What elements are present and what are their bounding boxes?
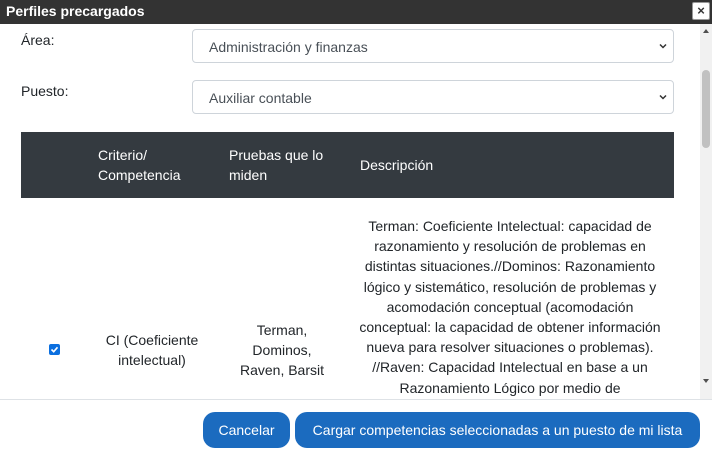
header-descripcion: Descripción xyxy=(360,157,434,173)
dialog-scrollbar[interactable] xyxy=(700,24,712,399)
scroll-up-arrow-icon[interactable] xyxy=(700,26,712,36)
dialog-footer: Cancelar Cargar competencias seleccionad… xyxy=(0,399,712,449)
close-icon: × xyxy=(697,3,705,18)
header-criterio: Criterio/ Competencia xyxy=(98,147,181,183)
row-checkbox[interactable] xyxy=(49,344,60,355)
chevron-down-icon xyxy=(659,94,667,100)
check-icon xyxy=(50,346,59,353)
row-pruebas: Terman, Dominos, Raven, Barsit xyxy=(239,322,325,378)
area-select-value: Administración y finanzas xyxy=(209,39,368,55)
table-header: Criterio/ Competencia Pruebas que lo mid… xyxy=(21,132,674,198)
table-row: CI (Coeficiente intelectual) Terman, Dom… xyxy=(21,198,674,399)
scroll-down-arrow-icon[interactable] xyxy=(700,376,712,386)
dialog-title: Perfiles precargados xyxy=(6,3,145,19)
puesto-label: Puesto: xyxy=(21,83,69,99)
row-descripcion: Terman: Coeficiente Intelectual: capacid… xyxy=(359,218,661,396)
puesto-select-value: Auxiliar contable xyxy=(209,90,312,106)
area-label: Área: xyxy=(21,32,55,48)
load-competencies-button[interactable]: Cargar competencias seleccionadas a un p… xyxy=(295,412,700,448)
area-select[interactable]: Administración y finanzas xyxy=(192,29,674,63)
row-criterio: CI (Coeficiente intelectual) xyxy=(105,332,199,368)
puesto-select[interactable]: Auxiliar contable xyxy=(192,80,674,114)
cancel-button[interactable]: Cancelar xyxy=(203,412,290,448)
dialog-titlebar: Perfiles precargados × xyxy=(0,0,712,24)
perfiles-precargados-dialog: Perfiles precargados × Área: Administrac… xyxy=(0,0,712,449)
dialog-body: Área: Administración y finanzas Puesto: … xyxy=(0,24,700,399)
header-pruebas: Pruebas que lo miden xyxy=(229,147,324,183)
close-button[interactable]: × xyxy=(692,2,710,20)
chevron-down-icon xyxy=(659,43,667,49)
scroll-thumb[interactable] xyxy=(702,70,710,148)
